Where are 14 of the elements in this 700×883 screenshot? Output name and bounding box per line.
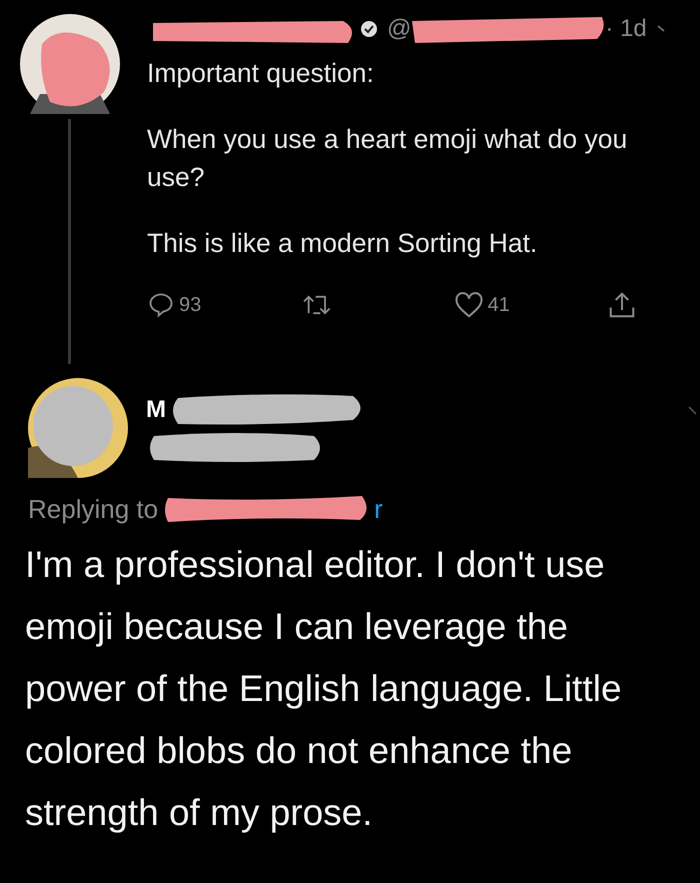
replying-to-label: Replying to	[28, 494, 158, 524]
tweet-text: This is like a modern Sorting Hat.	[147, 227, 538, 260]
handle-text: @	[387, 15, 412, 43]
timestamp: · 1d	[605, 15, 647, 43]
tweet-text: Important question:	[147, 57, 375, 90]
action-count: 41	[488, 294, 510, 316]
reply-icon[interactable]	[147, 291, 175, 319]
user-name: M	[146, 396, 166, 424]
handle-link[interactable]: r	[374, 494, 383, 524]
heart-icon[interactable]	[454, 291, 484, 319]
reply-text: I'm a professional editor. I don't use emoji because I can leverage the power of the English language. Little colored blobs do not enhance the strength of my prose.	[25, 543, 623, 835]
action-count: 93	[179, 294, 202, 316]
tweet-text: When you use a heart emoji what do you use?	[147, 123, 628, 194]
verified-badge-icon	[359, 19, 379, 39]
